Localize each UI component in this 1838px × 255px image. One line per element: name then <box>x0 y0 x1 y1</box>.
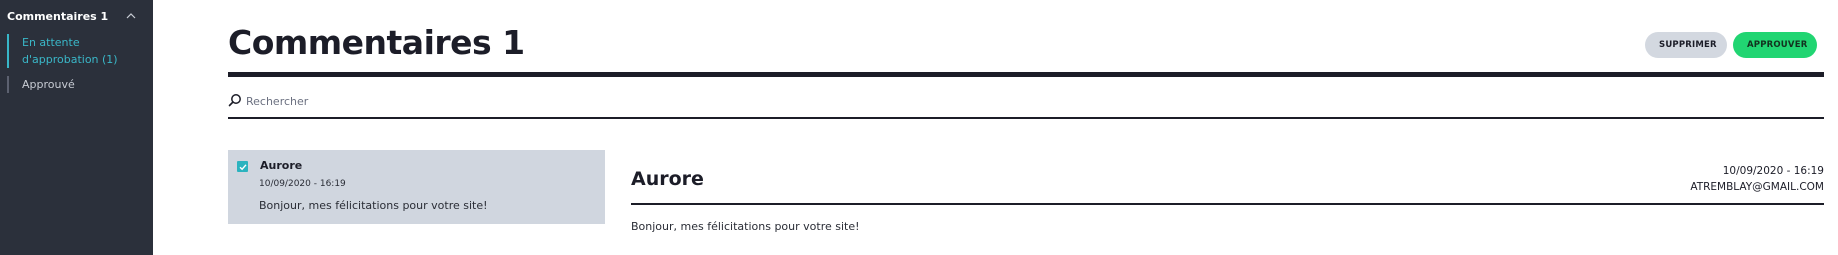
comment-author: Aurore <box>260 159 303 172</box>
chevron-up-icon <box>125 10 137 22</box>
search-bar <box>228 92 646 110</box>
page-title: Commentaires 1 <box>228 23 525 62</box>
detail-email: ATREMBLAY@GMAIL.COM <box>1690 181 1824 193</box>
approve-button[interactable]: APPROUVER <box>1733 32 1817 58</box>
detail-date: 10/09/2020 - 16:19 <box>1722 165 1824 177</box>
sidebar-section-title: Commentaires 1 <box>7 9 109 23</box>
detail-author: Aurore <box>631 168 704 190</box>
search-divider <box>228 117 1824 119</box>
search-input[interactable] <box>246 94 646 108</box>
comment-list-item[interactable]: Aurore 10/09/2020 - 16:19 Bonjour, mes f… <box>228 150 605 224</box>
checkmark-icon <box>239 163 247 170</box>
search-icon <box>228 92 242 111</box>
sidebar: Commentaires 1 En attente d'approbation … <box>0 0 153 255</box>
delete-button[interactable]: SUPPRIMER <box>1645 32 1727 58</box>
sidebar-item-pending[interactable]: En attente d'approbation (1) <box>7 34 147 68</box>
sidebar-item-approved[interactable]: Approuvé <box>7 76 147 93</box>
header-divider <box>228 72 1824 77</box>
comment-checkbox[interactable] <box>237 161 248 172</box>
detail-divider <box>631 203 1824 205</box>
comment-excerpt: Bonjour, mes félicitations pour votre si… <box>259 199 488 212</box>
sidebar-section-toggle[interactable]: Commentaires 1 <box>7 8 137 24</box>
sidebar-nav: En attente d'approbation (1) Approuvé <box>7 34 147 101</box>
detail-meta: 10/09/2020 - 16:19 ATREMBLAY@GMAIL.COM <box>1690 163 1824 195</box>
comment-date: 10/09/2020 - 16:19 <box>259 179 346 189</box>
detail-comment-text: Bonjour, mes félicitations pour votre si… <box>631 220 860 233</box>
